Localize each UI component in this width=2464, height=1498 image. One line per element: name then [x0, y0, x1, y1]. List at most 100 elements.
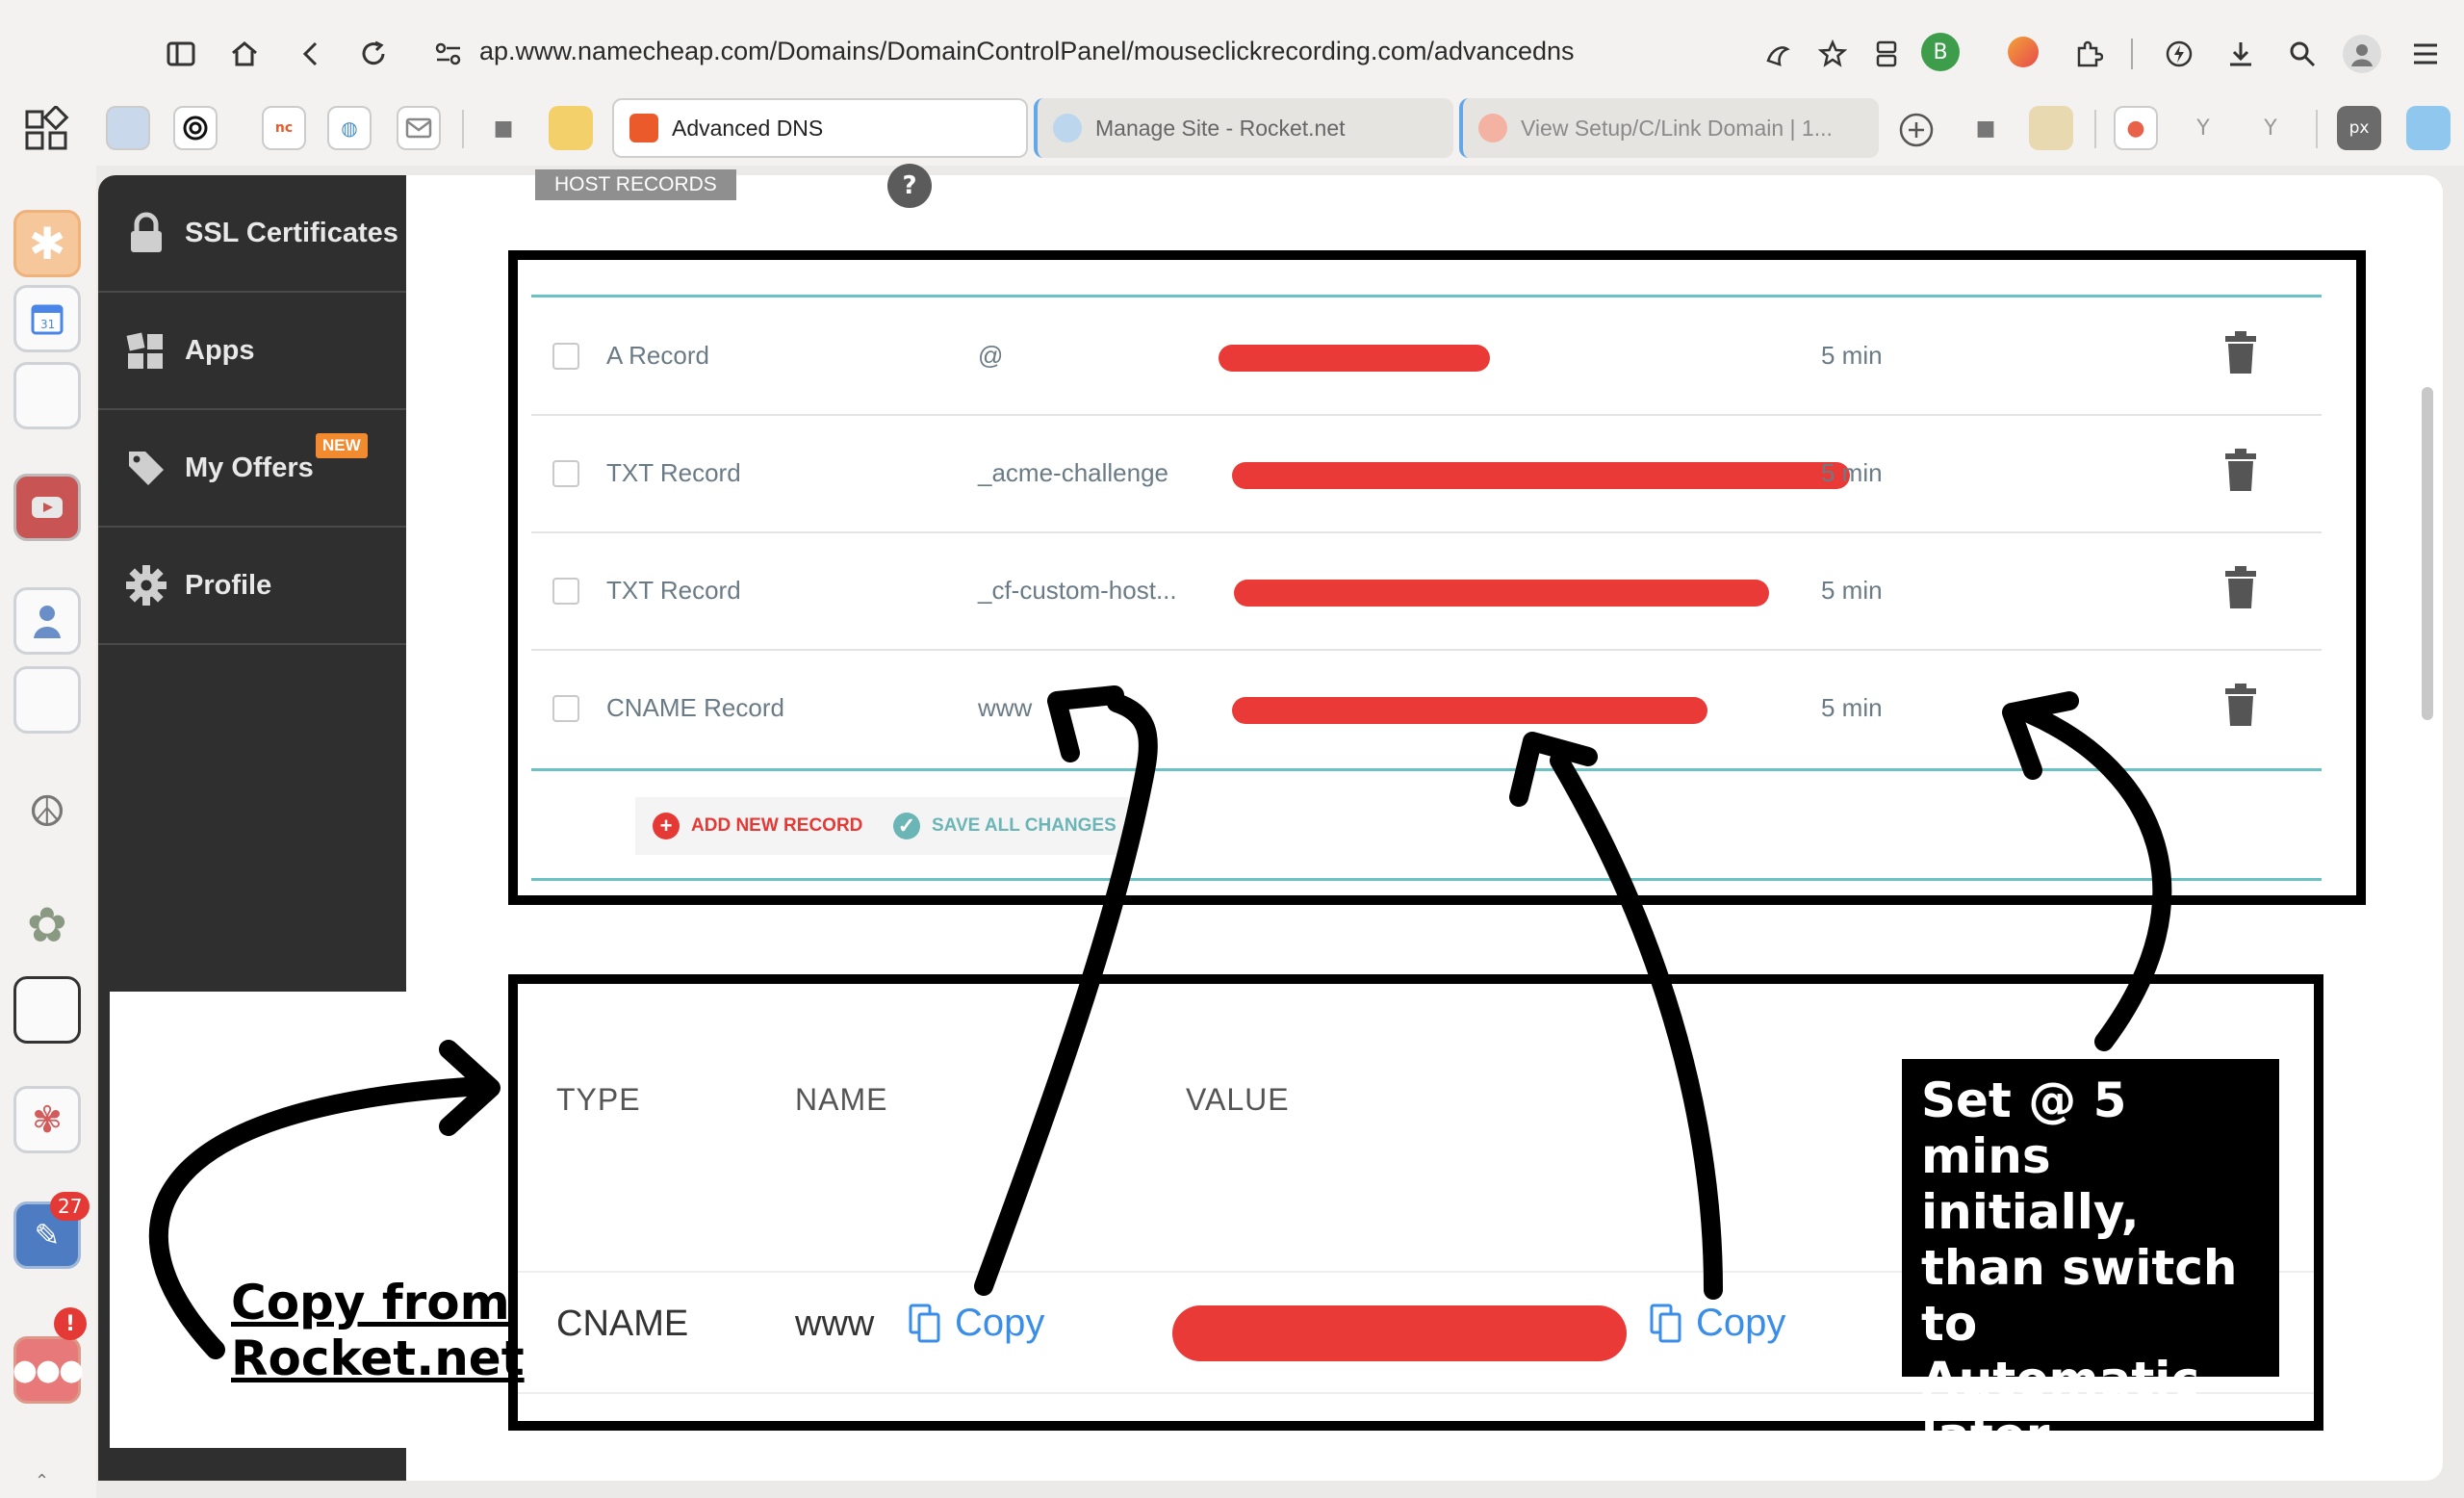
record-ttl: 5 min	[1821, 576, 1883, 605]
copy-from-annotation: Copy from Rocket.net	[231, 1275, 525, 1386]
pinned-plant-icon[interactable]: Y	[2181, 106, 2225, 150]
column-header-type: TYPE	[556, 1082, 641, 1117]
dark-mode-icon[interactable]	[1758, 35, 1796, 73]
pinned-divider	[2316, 110, 2318, 148]
pinned-map-icon[interactable]	[2029, 106, 2073, 150]
setup-favicon-icon	[1478, 114, 1507, 142]
new-tab-icon[interactable]	[1898, 112, 1935, 148]
pinned-video-icon[interactable]: ■	[1964, 106, 2008, 150]
pinned-divider	[2094, 110, 2096, 148]
dock-contact-icon[interactable]	[13, 587, 81, 655]
dock-app-asterisk-icon[interactable]: ✱	[13, 210, 81, 277]
profile-avatar[interactable]: B	[1921, 33, 1960, 71]
redacted-value	[1172, 1305, 1627, 1361]
page-scrollbar[interactable]	[2422, 387, 2433, 720]
home-icon[interactable]	[225, 35, 264, 73]
pinned-camera-icon[interactable]: ■	[481, 106, 526, 150]
plus-icon: +	[653, 813, 680, 839]
bolt-icon[interactable]	[2160, 35, 2198, 73]
button-label: ADD NEW RECORD	[691, 815, 863, 836]
extension-ai-icon[interactable]	[2008, 37, 2039, 67]
address-bar[interactable]: ap.www.namecheap.com/Domains/DomainContr…	[479, 37, 1575, 66]
tab-manage-site[interactable]: Manage Site - Rocket.net	[1034, 98, 1453, 158]
extensions-puzzle-icon[interactable]	[2069, 35, 2108, 73]
copy-name-button[interactable]: Copy	[909, 1302, 1044, 1345]
apps-icon	[125, 329, 167, 372]
dock-blank-icon[interactable]	[13, 362, 81, 429]
pinned-canva-icon[interactable]	[2406, 106, 2451, 150]
pinned-plant-icon[interactable]: Y	[2248, 106, 2293, 150]
copy-label: Copy	[1696, 1302, 1786, 1344]
row-checkbox[interactable]	[552, 343, 579, 370]
dock-square-icon[interactable]	[13, 976, 81, 1044]
dock-blank-icon[interactable]	[13, 666, 81, 734]
pinned-game-icon[interactable]	[549, 106, 593, 150]
dock-puzzle-icon[interactable]: ✿	[13, 891, 81, 959]
redacted-value	[1219, 345, 1490, 372]
reading-list-icon[interactable]	[1867, 35, 1906, 73]
rocket-record-type: CNAME	[556, 1304, 689, 1344]
tab-advanced-dns[interactable]: Advanced DNS	[612, 98, 1028, 158]
pinned-mail-icon[interactable]	[397, 106, 441, 150]
row-checkbox[interactable]	[552, 695, 579, 722]
trash-icon[interactable]	[2221, 682, 2260, 730]
tab-label: Advanced DNS	[672, 115, 824, 141]
record-ttl: 5 min	[1821, 693, 1883, 722]
browser-toolbar: ap.www.namecheap.com/Domains/DomainContr…	[0, 0, 2464, 166]
toolbar-divider	[2131, 39, 2133, 69]
tab-label: View Setup/C/Link Domain | 1...	[1521, 115, 1833, 141]
add-new-record-button[interactable]: + ADD NEW RECORD	[635, 797, 881, 855]
dock-video-icon[interactable]	[13, 474, 81, 541]
apps-grid-icon[interactable]	[23, 104, 69, 152]
record-type: TXT Record	[606, 576, 741, 605]
reload-icon[interactable]	[354, 35, 393, 73]
download-icon[interactable]	[2221, 35, 2260, 73]
pinned-openai-icon[interactable]	[173, 106, 218, 150]
sidebar-toggle-icon[interactable]	[162, 35, 200, 73]
sidebar-item-profile[interactable]: Profile	[98, 528, 406, 645]
row-checkbox[interactable]	[552, 460, 579, 487]
table-row: CNAME Record www 5 min	[531, 651, 2322, 768]
help-icon[interactable]: ?	[887, 164, 932, 208]
row-checkbox[interactable]	[552, 578, 579, 605]
sidebar-item-apps[interactable]: Apps	[98, 293, 406, 410]
sidebar-item-my-offers[interactable]: My Offers NEW	[98, 410, 406, 528]
trash-icon[interactable]	[2221, 564, 2260, 612]
bookmark-star-icon[interactable]	[1813, 35, 1852, 73]
lock-icon	[125, 212, 167, 254]
teal-divider	[531, 878, 2322, 881]
host-records-label: HOST RECORDS	[535, 169, 736, 200]
redacted-value	[1232, 462, 1850, 489]
copy-value-button[interactable]: Copy	[1650, 1302, 1785, 1345]
trash-icon[interactable]	[2221, 329, 2260, 377]
dock-asana-icon[interactable]: ✾	[13, 1086, 81, 1153]
record-ttl: 5 min	[1821, 458, 1883, 487]
record-host: @	[978, 341, 1004, 370]
pinned-px-icon[interactable]: px	[2337, 106, 2381, 150]
gear-icon	[125, 564, 167, 607]
table-row: A Record @ 5 min	[531, 298, 2322, 416]
pinned-ai-icon[interactable]: ●	[2114, 106, 2158, 150]
search-icon[interactable]	[2283, 35, 2322, 73]
pinned-namecheap-icon[interactable]: nc	[262, 106, 306, 150]
app-dock: ✱ 31 ☮ ✿ ✾ ✎ 27 ●●● ! ⌃	[0, 166, 96, 1498]
trash-icon[interactable]	[2221, 447, 2260, 495]
back-icon[interactable]	[291, 35, 329, 73]
notification-count-badge: 27	[50, 1192, 90, 1221]
pinned-rocket-icon[interactable]: ◍	[327, 106, 372, 150]
sidebar-item-ssl[interactable]: SSL Certificates	[98, 175, 406, 293]
dock-calendar-icon[interactable]: 31	[13, 285, 81, 352]
save-all-changes-button[interactable]: ✓ SAVE ALL CHANGES	[876, 797, 1134, 855]
rocket-favicon-icon	[1053, 114, 1082, 142]
pinned-bookmark-icon[interactable]	[106, 106, 150, 150]
dock-collapse-icon[interactable]: ⌃	[35, 1471, 49, 1491]
tab-view-setup[interactable]: View Setup/C/Link Domain | 1...	[1459, 98, 1879, 158]
record-host: www	[978, 693, 1033, 722]
dock-peace-icon[interactable]: ☮	[13, 778, 81, 845]
menu-icon[interactable]	[2406, 35, 2445, 73]
account-icon[interactable]	[2343, 35, 2381, 73]
column-header-name: NAME	[795, 1082, 888, 1117]
dock-chat-icon[interactable]: ●●●	[13, 1336, 84, 1404]
site-settings-icon[interactable]	[429, 35, 468, 73]
record-host: _acme-challenge	[978, 458, 1169, 487]
